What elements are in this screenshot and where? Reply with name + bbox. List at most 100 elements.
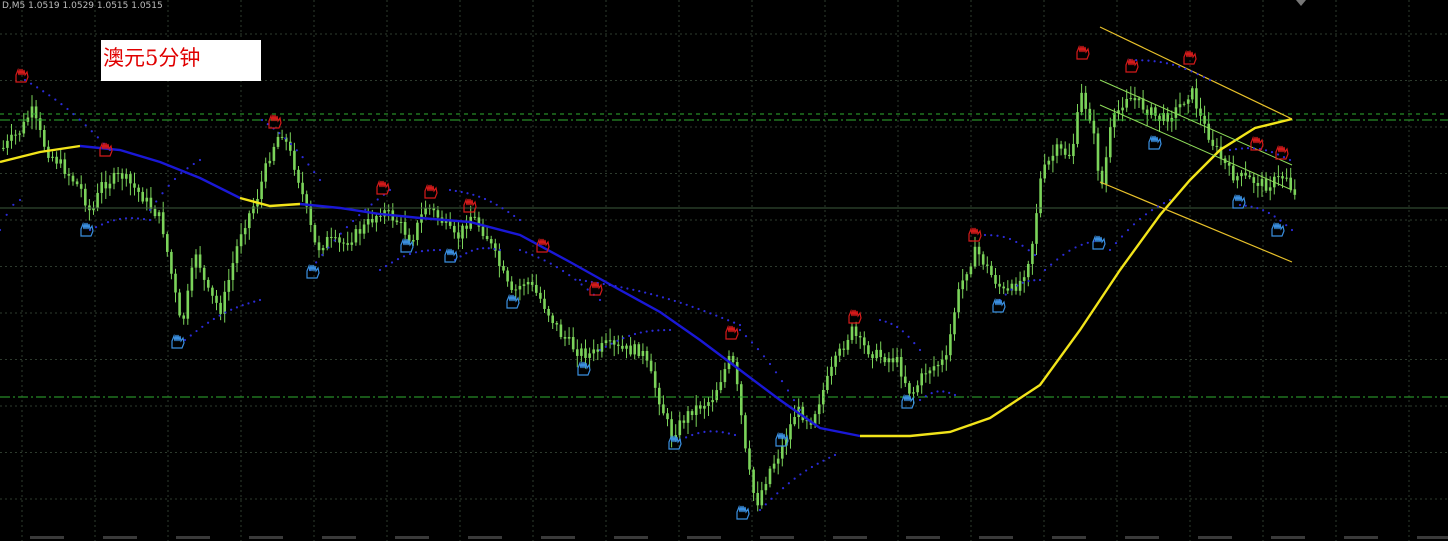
candle-body [350, 242, 354, 245]
sar-dot [792, 399, 796, 402]
candle-body [887, 358, 891, 363]
sar-dot [679, 301, 682, 304]
sar-dot [1043, 268, 1047, 272]
candle-body [826, 375, 829, 390]
sar-dot [136, 217, 140, 220]
sar-dot [780, 380, 784, 383]
sar-dot [198, 158, 202, 162]
candle-body [1211, 139, 1215, 146]
candle-body [1293, 189, 1297, 195]
sar-dot [1184, 67, 1187, 71]
sar-dot [376, 198, 379, 201]
sar-dot [501, 207, 504, 210]
candle-body [354, 229, 358, 243]
sar-dot [655, 294, 659, 297]
sar-dot [1074, 246, 1077, 249]
candle-body [711, 400, 714, 403]
candle-body [764, 484, 768, 491]
candle-body [297, 169, 300, 183]
candle-body [940, 359, 944, 365]
sar-dot [12, 203, 15, 206]
sar-dot [1068, 249, 1071, 252]
sar-dot [1267, 211, 1270, 215]
candle-body [1002, 286, 1005, 289]
candle-body [916, 385, 919, 393]
candle-body [338, 237, 341, 243]
sar-dot [663, 329, 666, 332]
candle-body [912, 392, 915, 394]
time-tick-label [906, 536, 940, 539]
scroll-arrow-icon[interactable] [1296, 0, 1306, 6]
sar-dot [953, 393, 957, 397]
candle-body [539, 292, 542, 299]
candle-body [1080, 92, 1083, 113]
chart-canvas[interactable] [0, 0, 1448, 541]
candle-body [1186, 99, 1190, 104]
sar-dot [96, 136, 99, 139]
sar-dot [1171, 63, 1175, 66]
candle-body [1018, 280, 1022, 291]
time-tick-label [687, 536, 721, 539]
candle-body [965, 274, 969, 281]
candle-body [51, 156, 54, 158]
sar-dot [1256, 207, 1259, 210]
candle-body [584, 348, 587, 358]
candle-body [1027, 263, 1030, 278]
candle-body [334, 237, 337, 239]
candle-body [633, 344, 636, 355]
price-chart[interactable]: D,M5 1.0519 1.0529 1.0515 1.0515 澳元5分钟 [0, 0, 1448, 541]
sar-dot [106, 221, 110, 224]
sar-dot [1033, 279, 1036, 282]
sar-dot [628, 334, 631, 337]
sar-dot [518, 248, 522, 252]
candle-body [563, 336, 567, 339]
candle-body [366, 219, 370, 225]
candle-body [645, 350, 649, 361]
sar-dot [432, 249, 436, 252]
candle-body [793, 417, 796, 425]
candle-body [202, 267, 206, 280]
sar-dot [645, 330, 648, 333]
candle-body [489, 239, 493, 244]
sar-dot [691, 305, 694, 308]
candle-body [953, 312, 956, 335]
sar-dot [555, 266, 559, 269]
candle-body [998, 283, 1001, 287]
candle-body [1195, 88, 1198, 109]
time-tick-label [322, 536, 356, 539]
candle-body [932, 366, 936, 371]
sar-dot [738, 323, 742, 327]
sar-dot [100, 223, 104, 226]
candle-body [14, 134, 17, 136]
candle-body [707, 402, 710, 406]
sar-dot [258, 298, 262, 302]
sar-dot [476, 247, 479, 251]
candle-body [735, 362, 739, 385]
sar-dot [230, 308, 233, 311]
candle-body [625, 345, 628, 349]
candle-body [375, 215, 378, 223]
candle-body [834, 355, 837, 367]
sar-dot [173, 177, 177, 181]
sar-dot [289, 142, 293, 146]
candle-body [137, 187, 140, 192]
candle-body [768, 468, 772, 485]
sar-dot [460, 190, 463, 194]
candle-body [510, 281, 513, 290]
candle-body [904, 376, 907, 384]
candle-body [514, 289, 518, 291]
sar-dot [339, 232, 342, 235]
candle-body [1121, 107, 1124, 111]
sar-dot [1282, 156, 1286, 159]
sar-dot [235, 306, 239, 309]
sar-dot [124, 217, 128, 220]
sar-dot [1108, 248, 1112, 252]
sar-dot [568, 274, 571, 277]
sar-dot [321, 253, 324, 257]
sar-dot [1156, 205, 1160, 208]
sar-dot [685, 436, 688, 439]
sar-dot [155, 200, 158, 203]
candle-body [457, 232, 460, 239]
sar-dot [483, 197, 487, 201]
sar-dot [1114, 242, 1118, 245]
